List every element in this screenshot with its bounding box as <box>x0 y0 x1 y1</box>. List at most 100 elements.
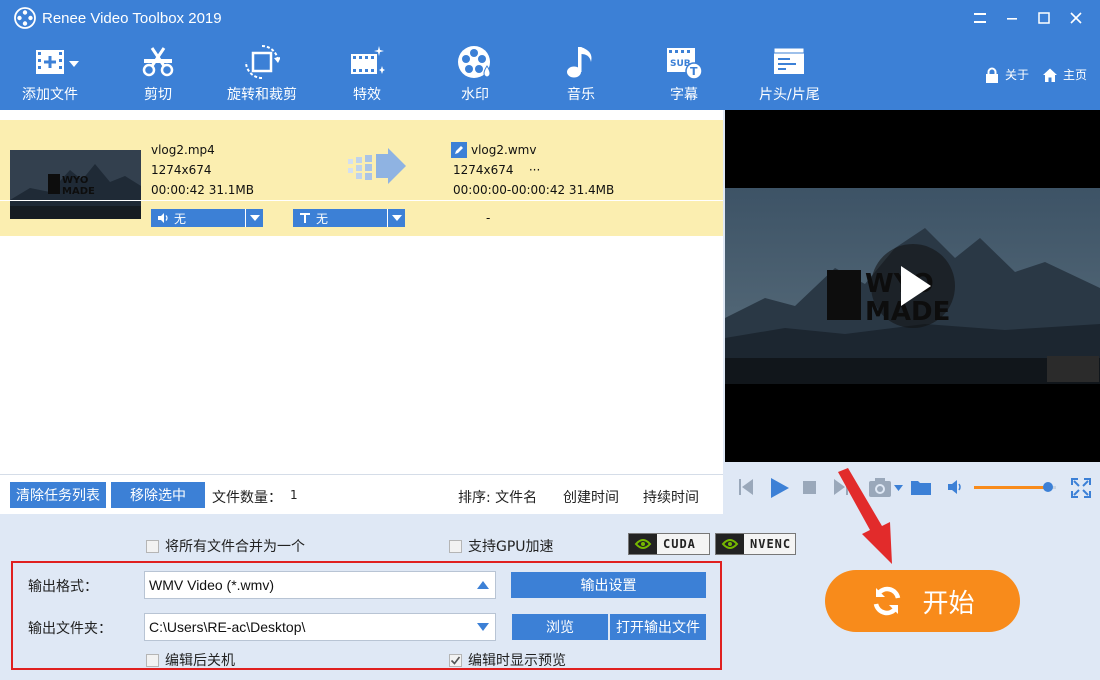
tool-label: 旋转和裁剪 <box>227 87 297 103</box>
about-link[interactable]: 关于 <box>984 66 1029 83</box>
tool-label: 字幕 <box>670 87 698 103</box>
chevron-down-icon <box>391 215 402 221</box>
preview-frame: WYO MADE <box>725 188 1100 384</box>
output-format-select[interactable]: WMV Video (*.wmv) <box>144 571 496 599</box>
file-count-label: 文件数量： <box>212 490 282 506</box>
menu-icon[interactable] <box>964 0 996 36</box>
volume-icon[interactable] <box>947 479 965 495</box>
output-settings-button[interactable]: 输出设置 <box>511 572 706 598</box>
source-meta: vlog2.mp4 1274x674 00:00:42 31.1MB <box>151 140 254 200</box>
chevron-up-icon <box>477 581 489 589</box>
player-controls <box>725 462 1100 514</box>
output-duration-size: 00:00:00-00:00:42 31.4MB <box>453 183 615 197</box>
minimize-icon[interactable] <box>996 0 1028 36</box>
play-icon[interactable] <box>769 478 789 498</box>
title-bar: Renee Video Toolbox 2019 <box>0 0 1100 36</box>
checkbox-box[interactable] <box>449 653 462 667</box>
close-icon[interactable] <box>1060 0 1092 36</box>
video-thumbnail[interactable]: WYO MADE <box>10 150 141 219</box>
cut-button[interactable]: 剪切 <box>140 44 176 104</box>
output-more-button[interactable]: ··· <box>529 163 540 177</box>
output-filename: vlog2.wmv <box>471 143 537 157</box>
nvidia-icon <box>629 534 657 554</box>
nvenc-label: NVENC <box>750 537 792 551</box>
rotate-crop-button[interactable]: 旋转和裁剪 <box>227 44 297 104</box>
music-note-icon <box>567 47 592 78</box>
gpu-acceleration-label: 支持GPU加速 <box>468 539 554 555</box>
output-resolution: 1274x674 <box>453 163 514 177</box>
shutdown-after-edit-checkbox[interactable]: 编辑后关机 <box>146 650 235 670</box>
file-list: WYO MADE vlog2.mp4 1274x674 00:00:42 31.… <box>0 110 723 474</box>
browse-button[interactable]: 浏览 <box>512 614 608 640</box>
convert-arrow-icon <box>348 148 406 184</box>
output-format-label: 输出格式： <box>28 579 98 595</box>
subtitle-icon: SUB T <box>667 48 703 80</box>
source-duration-size: 00:00:42 31.1MB <box>151 183 255 197</box>
watermark-button[interactable]: 水印 <box>457 44 493 104</box>
home-label: 主页 <box>1063 68 1088 82</box>
file-row[interactable]: WYO MADE vlog2.mp4 1274x674 00:00:42 31.… <box>0 120 723 236</box>
thumb-logo-text-1: WYO <box>62 175 88 186</box>
sort-by-name[interactable]: 排序: 文件名 <box>458 487 537 507</box>
tool-label: 片头/片尾 <box>759 87 820 103</box>
file-count-value: 1 <box>290 488 298 502</box>
video-preview[interactable]: WYO MADE <box>725 110 1100 462</box>
show-preview-label: 编辑时显示预览 <box>468 653 566 669</box>
chevron-down-icon[interactable] <box>68 60 80 68</box>
music-button[interactable]: 音乐 <box>563 44 599 104</box>
folder-icon[interactable] <box>910 478 932 496</box>
film-reel-icon <box>14 7 36 29</box>
intro-outro-button[interactable]: 片头/片尾 <box>759 44 820 104</box>
checkbox-box[interactable] <box>146 653 159 667</box>
edit-icon[interactable] <box>451 142 467 158</box>
stop-icon[interactable] <box>803 481 816 494</box>
effects-button[interactable]: 特效 <box>349 44 385 104</box>
merge-files-label: 将所有文件合并为一个 <box>165 539 305 555</box>
merge-files-checkbox[interactable]: 将所有文件合并为一个 <box>146 536 305 556</box>
annotation-arrow-icon <box>838 468 892 564</box>
checkbox-box[interactable] <box>449 539 462 553</box>
maximize-icon[interactable] <box>1028 0 1060 36</box>
start-label: 开始 <box>922 588 975 619</box>
crop-rotate-icon <box>245 45 280 79</box>
effects-film-icon <box>351 46 385 74</box>
output-folder-label: 输出文件夹： <box>28 621 112 637</box>
subtitle-button[interactable]: SUB T 字幕 <box>664 44 704 104</box>
fullscreen-icon[interactable] <box>1071 478 1091 498</box>
volume-slider[interactable] <box>974 482 1056 492</box>
add-file-button[interactable]: 添加文件 <box>20 44 80 104</box>
output-settings-panel: 将所有文件合并为一个 支持GPU加速 CUDA NVENC 输出格式： WMV … <box>0 514 1100 680</box>
cuda-badge: CUDA <box>628 533 710 555</box>
remove-selected-button[interactable]: 移除选中 <box>111 482 205 508</box>
clear-list-button[interactable]: 清除任务列表 <box>10 482 106 508</box>
audio-track-dropdown[interactable]: 无 <box>151 209 263 227</box>
volume-knob[interactable] <box>1042 482 1053 492</box>
tool-label: 水印 <box>461 87 489 103</box>
lock-icon <box>986 67 998 83</box>
checkbox-box[interactable] <box>146 539 159 553</box>
gpu-acceleration-checkbox[interactable]: 支持GPU加速 <box>449 536 554 556</box>
speaker-icon <box>158 213 168 223</box>
chevron-down-icon <box>477 623 489 631</box>
svg-text:T: T <box>690 65 698 78</box>
output-dash: - <box>486 211 491 225</box>
app-title: Renee Video Toolbox 2019 <box>42 9 222 27</box>
sort-by-created[interactable]: 创建时间 <box>563 487 619 507</box>
output-folder-input[interactable]: C:\Users\RE-ac\Desktop\ <box>144 613 496 641</box>
output-meta: vlog2.wmv 1274x674 ··· 00:00:00-00:00:42… <box>451 140 614 200</box>
list-footer: 清除任务列表 移除选中 文件数量： 1 排序: 文件名 创建时间 持续时间 <box>0 474 723 514</box>
chevron-down-icon <box>249 215 260 221</box>
volume-fill <box>974 486 1048 489</box>
home-link[interactable]: 主页 <box>1042 66 1087 83</box>
open-output-folder-button[interactable]: 打开输出文件 <box>610 614 706 640</box>
source-filename: vlog2.mp4 <box>151 143 215 157</box>
toolbar: 添加文件 剪切 旋转和裁剪 特效 水印 音乐 SUB T 字幕 片头/片尾 关于… <box>0 36 1100 110</box>
start-button[interactable]: 开始 <box>825 570 1020 632</box>
show-preview-checkbox[interactable]: 编辑时显示预览 <box>449 650 566 670</box>
shutdown-after-edit-label: 编辑后关机 <box>165 653 235 669</box>
thumb-logo-text-2: MADE <box>62 186 95 197</box>
previous-icon[interactable] <box>738 478 754 496</box>
sort-by-duration[interactable]: 持续时间 <box>643 487 699 507</box>
output-folder-value: C:\Users\RE-ac\Desktop\ <box>149 619 306 635</box>
subtitle-track-dropdown[interactable]: 无 <box>293 209 405 227</box>
